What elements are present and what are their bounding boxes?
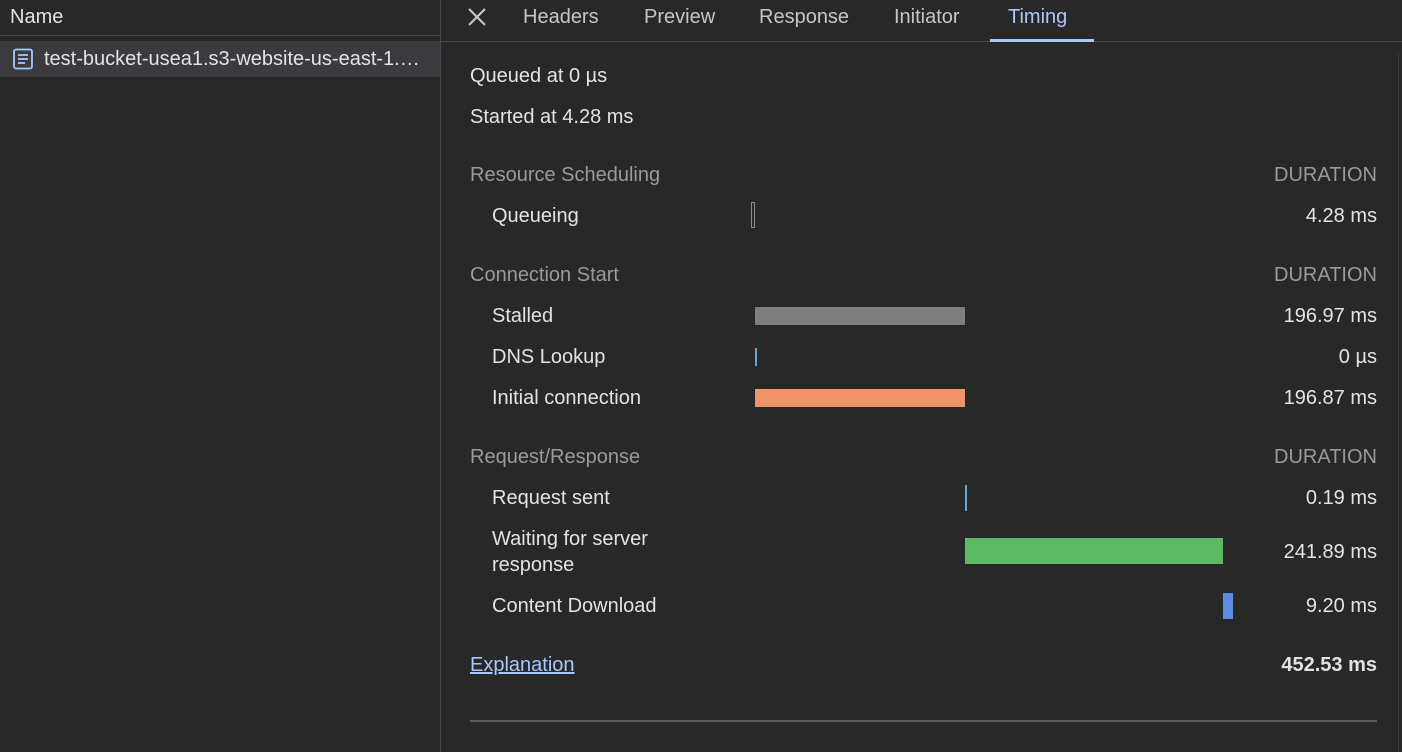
name-column-header[interactable]: Name	[0, 0, 440, 36]
request-list: Name test-bucket-usea1.s3-website-us-eas…	[0, 0, 440, 752]
footer-divider	[470, 720, 1377, 722]
request-sent-bar	[965, 485, 967, 511]
section-resource-scheduling: Resource Scheduling	[470, 164, 661, 186]
section-request-response: Request/Response	[470, 446, 641, 468]
initial-connection-label: Initial connection	[492, 387, 641, 409]
name-column-label: Name	[10, 6, 64, 28]
request-file-name: test-bucket-usea1.s3-website-us-east-1.a…	[44, 47, 424, 70]
tab-timing[interactable]: Timing	[1008, 0, 1067, 42]
request-sent-label: Request sent	[492, 487, 610, 509]
queued-at: Queued at 0 µs	[470, 65, 608, 87]
total-duration: 452.53 ms	[1281, 654, 1377, 676]
dns-lookup-value: 0 µs	[1338, 346, 1377, 368]
content-download-bar	[1223, 593, 1233, 619]
dns-lookup-label: DNS Lookup	[492, 346, 606, 368]
duration-header: DURATION	[1274, 446, 1377, 468]
waiting-value: 241.89 ms	[1283, 541, 1377, 563]
scrollbar[interactable]	[1398, 54, 1399, 752]
duration-header: DURATION	[1274, 264, 1377, 286]
content-download-label: Content Download	[492, 595, 657, 617]
content-download-value: 9.20 ms	[1305, 595, 1377, 617]
queueing-value: 4.28 ms	[1305, 205, 1377, 227]
stalled-value: 196.97 ms	[1283, 305, 1377, 327]
close-icon[interactable]	[465, 5, 489, 29]
section-connection-start: Connection Start	[470, 264, 619, 286]
details-tab-bar: Headers Preview Response Initiator Timin…	[441, 0, 1402, 42]
timing-content: Queued at 0 µs Started at 4.28 ms Resour…	[441, 42, 1402, 752]
request-sent-value: 0.19 ms	[1305, 487, 1377, 509]
started-at: Started at 4.28 ms	[470, 106, 634, 128]
stalled-label: Stalled	[492, 305, 554, 327]
devtools-network-panel: Name test-bucket-usea1.s3-website-us-eas…	[0, 0, 1402, 752]
tab-preview[interactable]: Preview	[644, 0, 715, 42]
dns-lookup-bar	[755, 348, 757, 366]
tab-response[interactable]: Response	[759, 0, 849, 42]
request-row[interactable]: test-bucket-usea1.s3-website-us-east-1.a…	[0, 41, 440, 77]
stalled-bar	[755, 307, 965, 325]
queueing-bar	[751, 202, 755, 228]
document-icon	[13, 48, 33, 70]
queueing-label: Queueing	[492, 205, 579, 227]
duration-header: DURATION	[1274, 164, 1377, 186]
initial-connection-bar	[755, 389, 965, 407]
explanation-link[interactable]: Explanation	[470, 654, 575, 677]
waiting-bar	[965, 538, 1223, 564]
tab-initiator[interactable]: Initiator	[894, 0, 960, 42]
initial-connection-value: 196.87 ms	[1283, 387, 1377, 409]
request-details: Headers Preview Response Initiator Timin…	[441, 0, 1402, 752]
tab-headers[interactable]: Headers	[523, 0, 599, 42]
waiting-label-line2: response	[492, 554, 575, 576]
waiting-label-line1: Waiting for server	[492, 528, 648, 550]
